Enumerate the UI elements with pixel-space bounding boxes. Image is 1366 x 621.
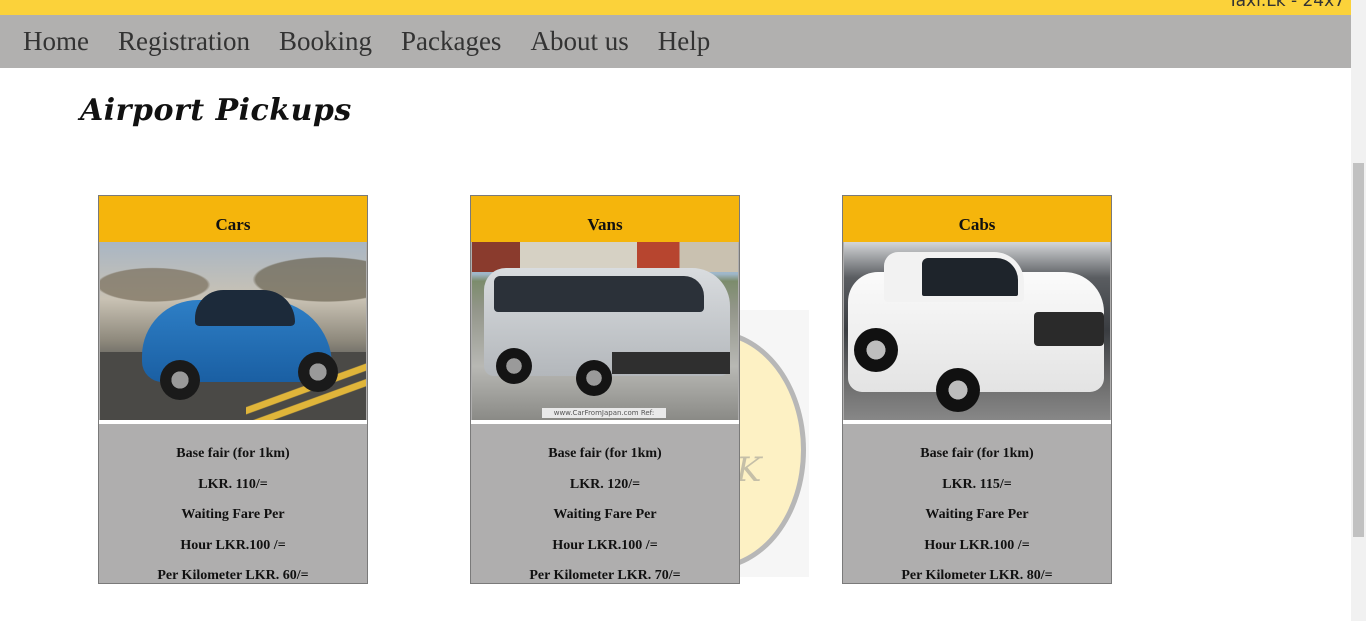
van-image: www.CarFromJapan.com Ref: CFJ4561647 (472, 242, 738, 420)
waiting-fare-value: Hour LKR.100 /= (180, 537, 286, 553)
base-fare-value: LKR. 110/= (198, 476, 268, 492)
waiting-fare-label: Waiting Fare Per (181, 507, 285, 523)
waiting-fare-label: Waiting Fare Per (925, 507, 1029, 523)
van-bumper (612, 352, 730, 374)
vehicle-card-vans[interactable]: Vans www.CarFromJapan.com Ref: CFJ456164… (470, 195, 740, 584)
card-pricing: Base fair (for 1km) LKR. 120/= Waiting F… (471, 424, 739, 584)
nav-help[interactable]: Help (658, 26, 710, 57)
nav-booking[interactable]: Booking (279, 26, 372, 57)
per-km-rate: Per Kilometer LKR. 70/= (529, 568, 681, 584)
car-image (100, 242, 366, 420)
vertical-scrollbar[interactable] (1351, 0, 1366, 621)
banner-text: Taxi.Lk - 24x7 (1228, 0, 1345, 11)
scrollbar-thumb[interactable] (1353, 163, 1364, 537)
base-fare-label: Base fair (for 1km) (548, 446, 662, 461)
cab-windshield (922, 258, 1018, 296)
base-fare-value: LKR. 115/= (942, 476, 1012, 492)
car-windshield (195, 290, 295, 326)
base-fare-label: Base fair (for 1km) (176, 446, 290, 461)
car-wheel-front (160, 360, 200, 400)
waiting-fare-value: Hour LKR.100 /= (552, 537, 658, 553)
nav-registration[interactable]: Registration (118, 26, 250, 57)
card-title: Cars (99, 196, 367, 242)
cab-wheel-front (936, 368, 980, 412)
main-navbar: Home Registration Booking Packages About… (0, 15, 1351, 68)
cab-image (844, 242, 1110, 420)
top-banner: Taxi.Lk - 24x7 (0, 0, 1351, 15)
card-title: Cabs (843, 196, 1111, 242)
cab-wheel-rear (854, 328, 898, 372)
waiting-fare-value: Hour LKR.100 /= (924, 537, 1030, 553)
card-title: Vans (471, 196, 739, 242)
cab-grille (1034, 312, 1104, 346)
car-wheel-rear (298, 352, 338, 392)
base-fare-label: Base fair (for 1km) (920, 446, 1034, 461)
per-km-rate: Per Kilometer LKR. 80/= (901, 568, 1053, 584)
card-pricing: Base fair (for 1km) LKR. 115/= Waiting F… (843, 424, 1111, 584)
per-km-rate: Per Kilometer LKR. 60/= (157, 568, 309, 584)
nav-packages[interactable]: Packages (401, 26, 501, 57)
page-title: Airport Pickups (80, 93, 352, 128)
nav-home[interactable]: Home (23, 26, 89, 57)
van-wheel-front (576, 360, 612, 396)
vehicle-card-cabs[interactable]: Cabs Base fair (for 1km) LKR. 115/= Wait… (842, 195, 1112, 584)
card-pricing: Base fair (for 1km) LKR. 110/= Waiting F… (99, 424, 367, 584)
nav-about-us[interactable]: About us (530, 26, 628, 57)
van-wheel-rear (496, 348, 532, 384)
base-fare-value: LKR. 120/= (569, 476, 641, 492)
van-windows (494, 276, 704, 312)
vehicle-card-cars[interactable]: Cars Base fair (for 1km) LKR. 110/= Wait… (98, 195, 368, 584)
waiting-fare-label: Waiting Fare Per (553, 507, 657, 523)
image-caption: www.CarFromJapan.com Ref: CFJ4561647 (542, 408, 666, 420)
